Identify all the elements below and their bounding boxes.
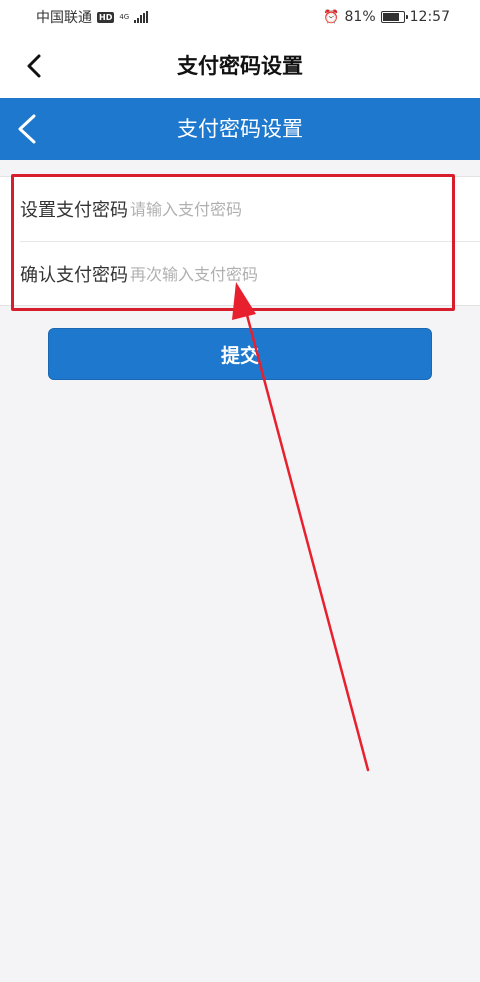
status-left: 中国联通 HD 4G [36, 7, 149, 27]
nav-title: 支付密码设置 [177, 54, 303, 78]
hd-badge: HD [97, 11, 115, 23]
status-bar: 中国联通 HD 4G ⏰ 81% 12:57 [0, 0, 480, 34]
set-password-row: 设置支付密码 [0, 177, 480, 241]
password-form: 设置支付密码 确认支付密码 [0, 176, 480, 306]
header-back-button[interactable] [12, 112, 46, 146]
set-password-label: 设置支付密码 [20, 200, 128, 221]
carrier-name: 中国联通 [36, 10, 92, 26]
page-title: 支付密码设置 [177, 117, 303, 141]
signal-icon [134, 11, 149, 23]
set-password-input[interactable] [130, 189, 430, 229]
confirm-password-label: 确认支付密码 [20, 265, 128, 286]
page-header: 支付密码设置 [0, 98, 480, 160]
top-nav-bar: 支付密码设置 [0, 34, 480, 98]
network-type-label: 4G [119, 12, 130, 21]
battery-fill [382, 13, 399, 21]
submit-button[interactable]: 提交 [48, 328, 432, 380]
chevron-left-icon [18, 114, 36, 144]
confirm-password-input[interactable] [130, 254, 430, 294]
network-type: 4G [119, 12, 130, 21]
battery-percent: 81% [344, 9, 376, 25]
chevron-left-icon [27, 54, 41, 78]
nav-back-button[interactable] [22, 52, 50, 80]
status-right: ⏰ 81% 12:57 [323, 9, 450, 25]
confirm-password-row: 确认支付密码 [0, 242, 480, 306]
battery-icon [380, 11, 408, 23]
alarm-icon: ⏰ [323, 9, 340, 25]
status-time: 12:57 [409, 9, 450, 25]
